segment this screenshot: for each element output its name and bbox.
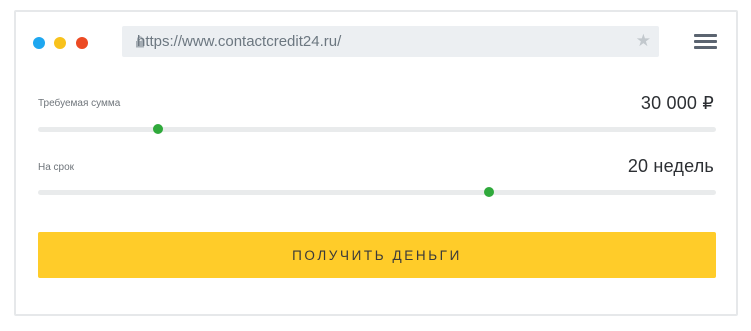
amount-slider-thumb[interactable] xyxy=(153,124,163,134)
window-maximize-button[interactable] xyxy=(33,37,45,49)
term-label: На срок xyxy=(38,162,75,173)
window-minimize-button[interactable] xyxy=(54,37,66,49)
browser-window: https://www.contactcredit24.ru/ ★ Требуе… xyxy=(14,10,738,316)
term-slider[interactable] xyxy=(38,187,716,197)
url-text: https://www.contactcredit24.ru/ xyxy=(137,33,342,50)
get-money-button[interactable]: ПОЛУЧИТЬ ДЕНЬГИ xyxy=(38,232,716,278)
hamburger-menu-icon[interactable] xyxy=(694,33,717,50)
term-slider-thumb[interactable] xyxy=(483,187,494,197)
term-value: 20 недель xyxy=(627,156,714,176)
amount-value: 30 000 ₽ xyxy=(640,93,714,113)
window-close-button[interactable] xyxy=(76,37,88,49)
amount-slider[interactable] xyxy=(38,124,716,134)
amount-label: Требуемая сумма xyxy=(38,98,121,109)
address-bar[interactable]: https://www.contactcredit24.ru/ ★ xyxy=(122,26,659,57)
star-icon[interactable]: ★ xyxy=(636,32,651,50)
